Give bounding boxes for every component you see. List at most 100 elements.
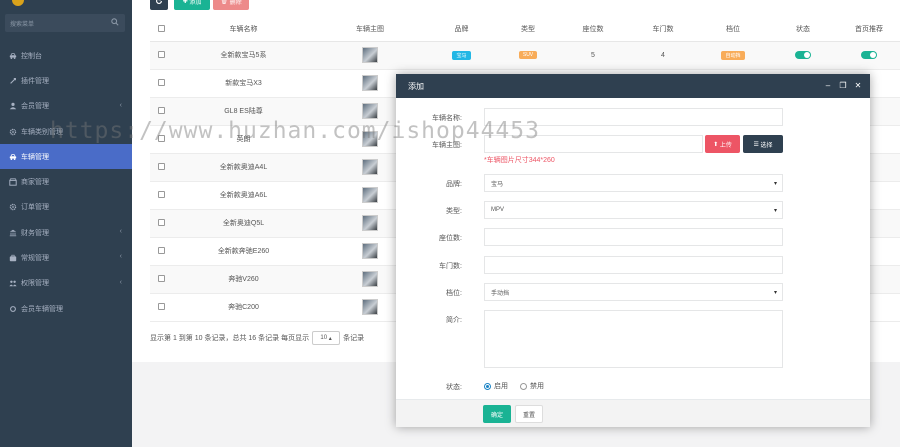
vehicle-name: 全新款奥迪A4L [219, 164, 268, 171]
vehicle-thumbnail[interactable] [362, 271, 378, 287]
sidebar-item-0[interactable]: 控制台 [0, 43, 132, 68]
gear-badge: 自动挡 [721, 50, 745, 60]
choose-button[interactable]: ☰ 选择 [743, 135, 783, 153]
column-header[interactable]: 首页推荐 [838, 17, 900, 42]
brand-label: 品牌: [446, 181, 462, 188]
doors-label: 车门数: [439, 263, 462, 270]
sidebar-item-7[interactable]: 财务管理 ‹ [0, 220, 132, 245]
car-icon [8, 152, 17, 161]
chevron-left-icon: ‹ [119, 228, 122, 236]
select-all-cell[interactable] [150, 17, 172, 42]
type-select[interactable]: MPV ▾ [484, 201, 783, 219]
row-checkbox[interactable] [157, 247, 165, 255]
dialog-header: 添加 – ❐ ✕ [396, 74, 870, 98]
vehicle-thumbnail[interactable] [362, 243, 378, 259]
sidebar-item-10[interactable]: 会员车辆管理 [0, 296, 132, 321]
column-header[interactable]: 档位 [698, 17, 768, 42]
maximize-icon[interactable]: ❐ [839, 81, 847, 90]
menu-search-placeholder: 搜索菜单 [10, 22, 35, 28]
sidebar-item-9[interactable]: 权限管理 ‹ [0, 271, 132, 296]
seats-label: 座位数: [439, 235, 462, 242]
close-icon[interactable]: ✕ [854, 81, 862, 90]
upload-label: 上传 [719, 142, 732, 149]
column-header[interactable]: 车辆主图 [315, 17, 425, 42]
type-value: MPV [491, 207, 505, 213]
gear-value: 手动挡 [491, 290, 510, 297]
seats-input[interactable] [484, 228, 783, 246]
column-header[interactable]: 类型 [498, 17, 558, 42]
delete-button[interactable]: 🗑 删除 [213, 0, 249, 10]
vehicle-thumbnail[interactable] [362, 215, 378, 231]
sidebar-item-5[interactable]: 商家管理 [0, 169, 132, 194]
vehicle-thumbnail[interactable] [362, 75, 378, 91]
brand-select[interactable]: 宝马 ▾ [484, 174, 783, 192]
vehicle-thumbnail[interactable] [362, 187, 378, 203]
refresh-button[interactable] [150, 0, 168, 10]
vehicle-thumbnail[interactable] [362, 299, 378, 315]
plugin-icon [8, 76, 17, 85]
vehicle-name: 全新款宝马5系 [220, 52, 267, 59]
gear-icon [8, 127, 17, 136]
column-header[interactable]: 状态 [768, 17, 838, 42]
type-label: 类型: [446, 208, 462, 215]
doors-input[interactable] [484, 256, 783, 274]
confirm-button[interactable]: 确定 [483, 405, 511, 423]
confirm-label: 确定 [490, 412, 503, 419]
vehicle-name: GL8 ES陆尊 [224, 108, 263, 115]
column-header[interactable]: 车辆名称 [172, 17, 315, 42]
select-all-checkbox[interactable] [157, 25, 165, 33]
row-checkbox[interactable] [157, 303, 165, 311]
row-checkbox[interactable] [157, 275, 165, 283]
plus-icon: ✚ [182, 0, 188, 5]
sidebar-item-2[interactable]: 会员管理 ‹ [0, 94, 132, 119]
sidebar-item-label: 插件管理 [21, 77, 49, 85]
brand-value: 宝马 [491, 181, 504, 188]
image-size-hint: *车辆图片尺寸344*260 [484, 157, 555, 164]
column-header[interactable]: 车门数 [628, 17, 698, 42]
status-disabled-radio[interactable] [520, 382, 527, 390]
gear-label: 档位: [446, 290, 462, 297]
status-toggle[interactable] [795, 51, 811, 59]
vehicle-thumbnail[interactable] [362, 103, 378, 119]
vehicle-name: 奔驰V260 [228, 276, 259, 283]
sidebar: 搜索菜单 控制台 插件管理 会员管理 ‹ 车辆类别管理 车辆管理 商家管理 订单管理 财务管理 ‹… [0, 0, 132, 447]
menu-search-box[interactable]: 搜索菜单 [5, 14, 125, 32]
vehicle-name: 新款宝马X3 [225, 80, 262, 87]
sidebar-item-1[interactable]: 插件管理 [0, 68, 132, 93]
column-header[interactable]: 座位数 [558, 17, 628, 42]
row-checkbox[interactable] [157, 51, 165, 59]
minimize-icon[interactable]: – [824, 81, 832, 90]
reset-button[interactable]: 重置 [515, 405, 543, 423]
row-checkbox[interactable] [157, 191, 165, 199]
vehicle-thumbnail[interactable] [362, 159, 378, 175]
brand-badge: 宝马 [452, 50, 471, 60]
status-enabled-radio[interactable] [484, 382, 491, 390]
row-checkbox[interactable] [157, 163, 165, 171]
search-icon[interactable] [111, 18, 119, 26]
sidebar-item-label: 会员管理 [21, 103, 49, 111]
sidebar-item-label: 控制台 [21, 52, 42, 60]
vehicle-thumbnail[interactable] [362, 47, 378, 63]
delete-button-label: 删除 [229, 0, 242, 6]
sidebar-item-8[interactable]: 常规管理 ‹ [0, 245, 132, 270]
row-checkbox[interactable] [157, 219, 165, 227]
briefcase-icon [8, 254, 17, 263]
upload-button[interactable]: ⬆ 上传 [705, 135, 740, 153]
column-header[interactable]: 品牌 [425, 17, 498, 42]
row-checkbox[interactable] [157, 107, 165, 115]
gear-icon [8, 203, 17, 212]
gear-select[interactable]: 手动挡 ▾ [484, 283, 783, 301]
table-row[interactable]: 全新款宝马5系 宝马 SUV 5 4 自动挡 [150, 41, 900, 70]
sidebar-item-4[interactable]: 车辆管理 [0, 144, 132, 170]
sidebar-item-label: 商家管理 [21, 179, 49, 187]
recommend-toggle[interactable] [861, 51, 877, 59]
row-checkbox[interactable] [157, 79, 165, 87]
add-button[interactable]: ✚ 添加 [174, 0, 210, 10]
sidebar-item-6[interactable]: 订单管理 [0, 195, 132, 220]
vehicle-name: 全新款奔驰E260 [217, 248, 270, 255]
intro-textarea[interactable] [484, 310, 783, 368]
bank-icon [8, 228, 17, 237]
watermark: https://www.huzhan.com/ishop44453 [50, 118, 540, 144]
dialog-title: 添加 [408, 81, 424, 91]
page-size-select[interactable]: 10 ▴ [312, 331, 341, 345]
